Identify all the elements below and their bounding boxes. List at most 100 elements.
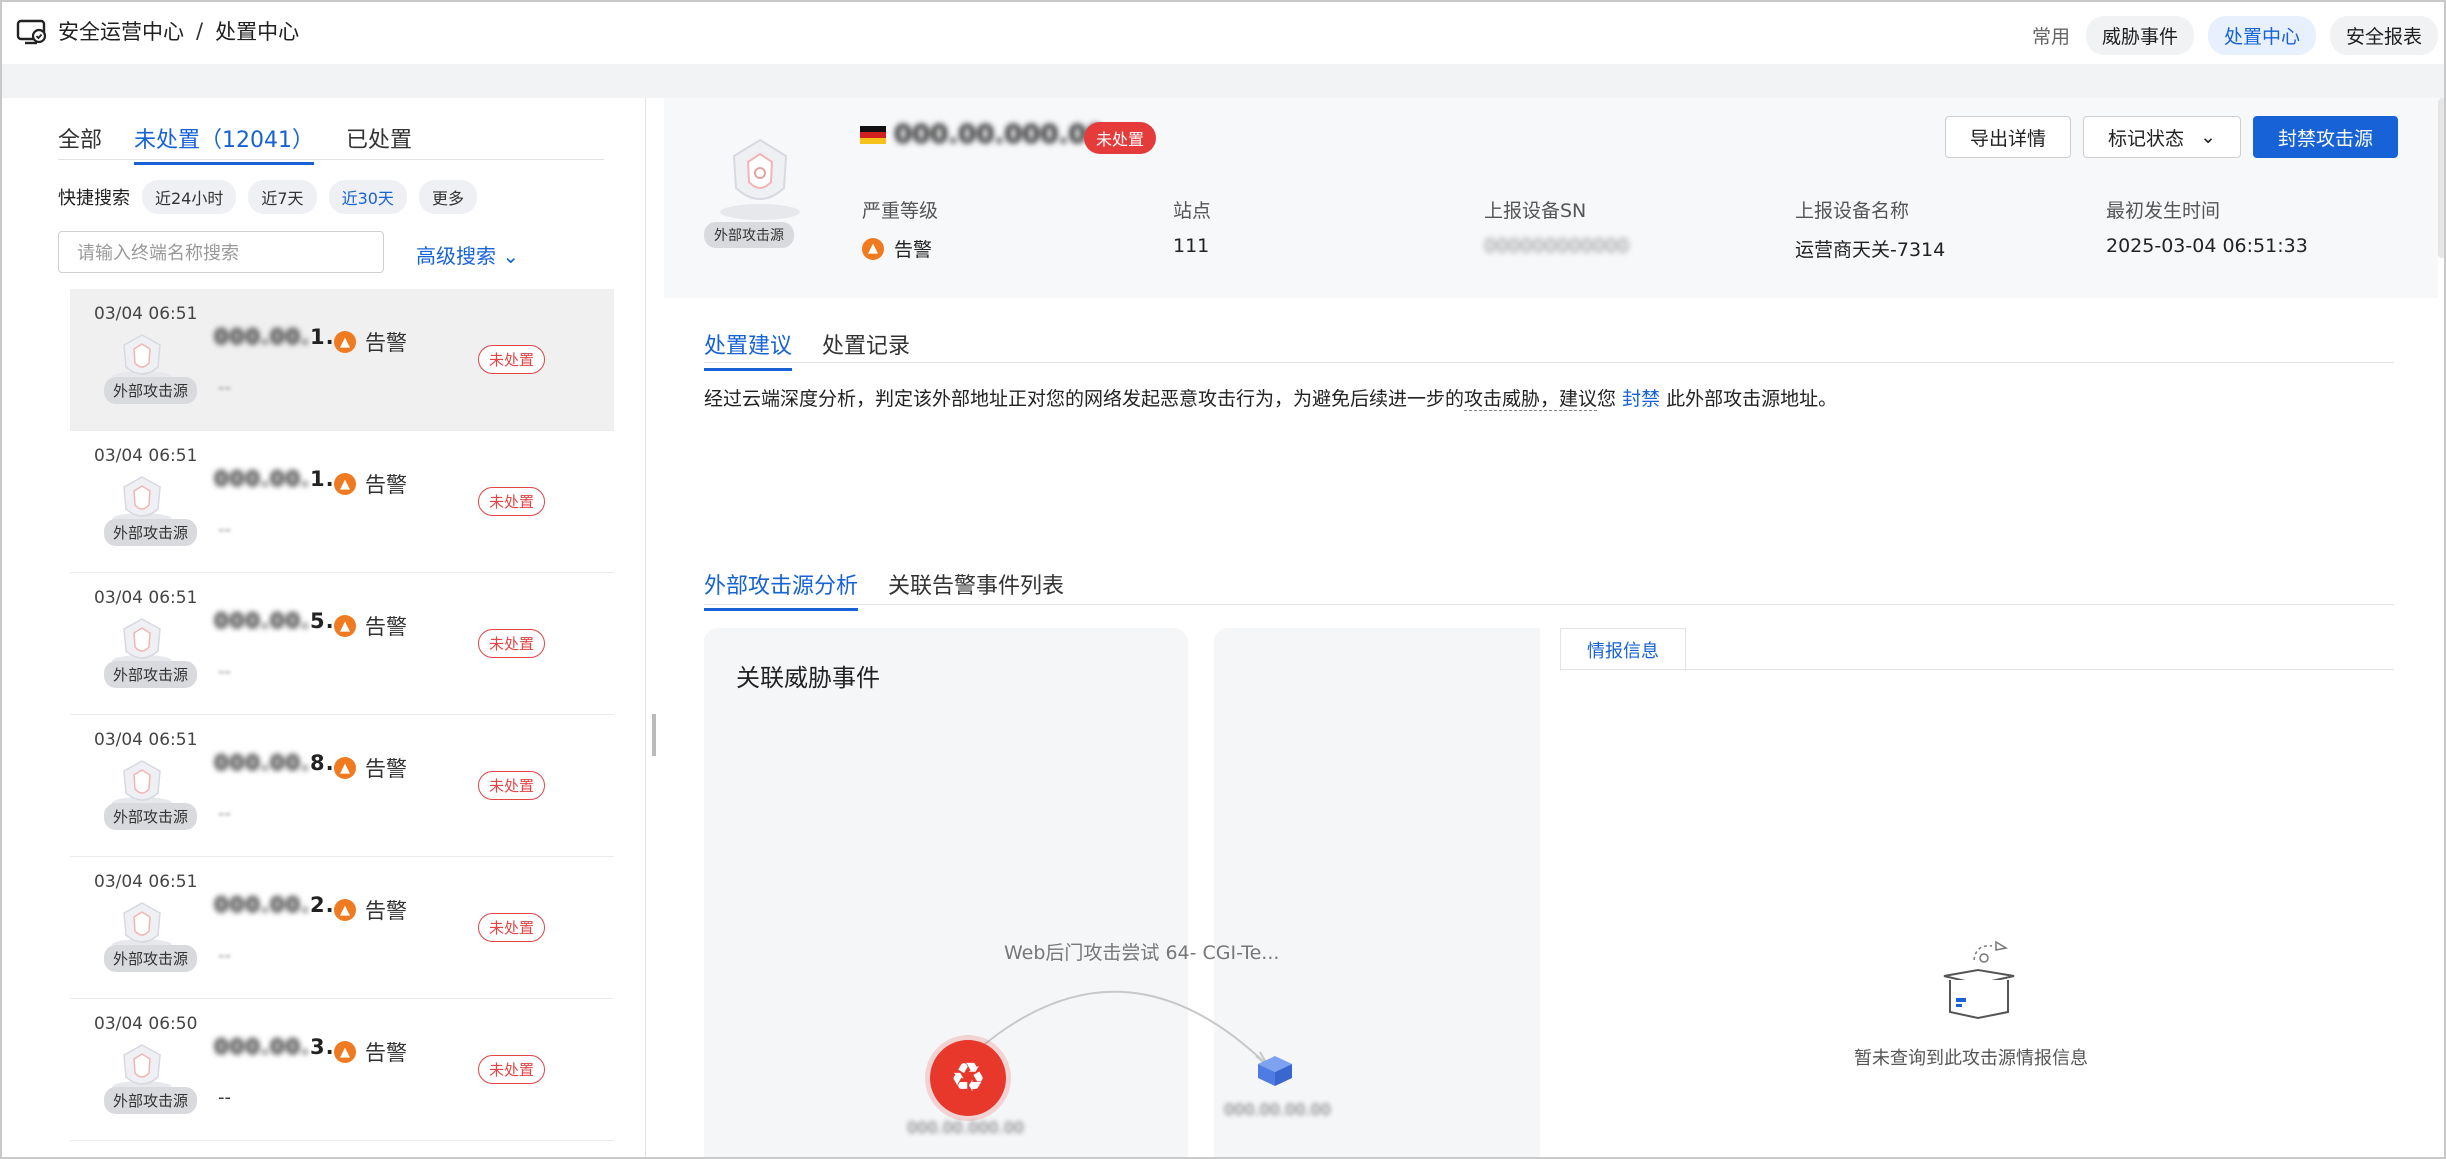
event-list-panel: 全部 未处置（12041） 已处置 快捷搜索 近24小时 近7天 近30天 更多…: [18, 98, 646, 1157]
breadcrumb: 安全运营中心 / 处置中心: [58, 16, 299, 46]
quick-link-threat-events[interactable]: 威胁事件: [2085, 16, 2194, 55]
list-item-time: 03/04 06:50: [94, 1014, 198, 1034]
chevron-down-icon: ⌄: [502, 244, 520, 268]
status-badge: 未处置: [478, 487, 546, 516]
list-item-level: ▲ 告警: [334, 611, 407, 641]
list-item[interactable]: 03/04 06:50 外部攻击源 000.00.3... ▲ 告警 -- 未处置: [70, 999, 614, 1141]
block-source-button[interactable]: 封禁攻击源: [2252, 116, 2398, 158]
meta-value: 运营商天关-7314: [1795, 239, 1946, 261]
list-item-level: ▲ 告警: [334, 327, 407, 357]
vertical-scrollbar[interactable]: [2438, 98, 2444, 258]
avatar-tag: 外部攻击源: [104, 945, 198, 972]
list-item-sub: --: [218, 377, 231, 398]
list-item-level: ▲ 告警: [334, 469, 407, 499]
tab-intel[interactable]: 情报信息: [1560, 628, 1686, 671]
meta-device-name: 上报设备名称 运营商天关-7314: [1795, 196, 2106, 262]
detail-actions: 导出详情 标记状态 ⌄ 封禁攻击源: [1945, 116, 2398, 158]
monitor-shield-icon: [16, 19, 47, 45]
chip-24h[interactable]: 近24小时: [142, 180, 237, 214]
list-item-time: 03/04 06:51: [94, 730, 198, 750]
meta-value: 2025-03-04 06:51:33: [2106, 235, 2308, 257]
list-item-level: ▲ 告警: [334, 1037, 407, 1067]
block-link[interactable]: 封禁: [1622, 388, 1660, 410]
attack-source-avatar: 外部攻击源: [94, 895, 198, 975]
intel-empty-text: 暂未查询到此攻击源情报信息: [1854, 1048, 2088, 1069]
list-item-level-text: 告警: [365, 473, 407, 497]
list-item-ip-visible: 1: [310, 325, 326, 349]
meta-label: 最初发生时间: [2106, 200, 2221, 222]
graph-edge: [979, 990, 1269, 1067]
list-item-ip-visible: 2: [310, 893, 326, 917]
attack-source-node-label: 000.00.000.00: [907, 1118, 1025, 1137]
advice-mid: 您: [1597, 388, 1617, 410]
header-divider-band: [2, 64, 2444, 98]
list-item-sub: --: [218, 945, 231, 966]
list-item-ip: 000.00.5...: [214, 609, 352, 633]
list-item-ip-visible: 8: [310, 751, 326, 775]
quick-search-label: 快捷搜索: [58, 188, 130, 209]
device-node-label: 000.00.00.00: [1224, 1100, 1331, 1119]
avatar-tag: 外部攻击源: [104, 1087, 198, 1114]
list-item-time: 03/04 06:51: [94, 588, 198, 608]
list-item-level-text: 告警: [365, 899, 407, 923]
attack-source-avatar: 外部攻击源: [94, 753, 198, 833]
quick-links-label: 常用: [2031, 26, 2070, 48]
list-item-level-text: 告警: [365, 1041, 407, 1065]
quick-link-security-report[interactable]: 安全报表: [2329, 16, 2438, 55]
fire-icon: ▲: [334, 473, 356, 495]
attack-source-avatar: 外部攻击源: [94, 1037, 198, 1117]
list-item-sub: --: [218, 661, 231, 682]
advanced-search-label: 高级搜索: [416, 244, 496, 268]
tabs-divider: [58, 159, 604, 160]
mark-status-dropdown[interactable]: 标记状态 ⌄: [2083, 116, 2241, 158]
fire-icon: ▲: [334, 331, 356, 353]
advanced-search-button[interactable]: 高级搜索 ⌄: [416, 240, 519, 269]
list-item-ip-visible: 3: [310, 1035, 326, 1059]
device-node-icon[interactable]: [1256, 1054, 1294, 1088]
status-badge: 未处置: [478, 1055, 546, 1084]
list-item[interactable]: 03/04 06:51 外部攻击源 000.00.1... ▲ 告警 -- 未处置: [70, 289, 614, 431]
breadcrumb-current: 处置中心: [215, 20, 300, 44]
list-item[interactable]: 03/04 06:51 外部攻击源 000.00.8... ▲ 告警 -- 未处置: [70, 715, 614, 857]
attack-source-node[interactable]: ♻: [930, 1040, 1006, 1116]
app-window: 安全运营中心 / 处置中心 常用 威胁事件 处置中心 安全报表 全部 未处置（1…: [0, 0, 2446, 1159]
detail-panel: 外部攻击源 000.00.000.00 未处置 导出详情 标记状态 ⌄ 封禁攻击…: [664, 98, 2438, 1157]
fire-icon: ▲: [334, 615, 356, 637]
top-bar: 安全运营中心 / 处置中心 常用 威胁事件 处置中心 安全报表: [2, 2, 2444, 64]
quick-link-disposal-center[interactable]: 处置中心: [2207, 16, 2316, 55]
meta-label: 上报设备名称: [1795, 200, 1910, 222]
status-badge: 未处置: [478, 345, 546, 374]
mark-status-label: 标记状态: [2108, 127, 2185, 150]
list-item-level: ▲ 告警: [334, 753, 407, 783]
attack-source-avatar: 外部攻击源: [94, 469, 198, 549]
list-item-ip: 000.00.2...: [214, 893, 352, 917]
list-item-level-text: 告警: [365, 757, 407, 781]
list-item-ip: 000.00.3...: [214, 1035, 352, 1059]
list-item[interactable]: 03/04 06:51 外部攻击源 000.00.2... ▲ 告警 -- 未处置: [70, 857, 614, 999]
list-item-level-text: 告警: [365, 615, 407, 639]
avatar-tag: 外部攻击源: [104, 377, 198, 404]
list-item[interactable]: 03/04 06:51 外部攻击源 000.00.1... ▲ 告警 -- 未处置: [70, 431, 614, 573]
advice-post: 此外部攻击源地址。: [1666, 388, 1838, 410]
list-item-ip: 000.00.8...: [214, 751, 352, 775]
chip-7d[interactable]: 近7天: [248, 180, 317, 214]
list-item-sub: --: [218, 803, 231, 824]
list-item-time: 03/04 06:51: [94, 872, 198, 892]
terminal-search-input[interactable]: 请输入终端名称搜索: [58, 231, 384, 273]
list-item-ip-visible: 1: [310, 467, 326, 491]
graph-edge-label: Web后门攻击尝试 64- CGI-Te...: [1004, 942, 1280, 964]
status-badge: 未处置: [478, 771, 546, 800]
list-item[interactable]: 03/04 06:51 外部攻击源 000.00.5... ▲ 告警 -- 未处置: [70, 573, 614, 715]
chip-more[interactable]: 更多: [418, 180, 477, 214]
avatar-tag: 外部攻击源: [104, 803, 198, 830]
empty-box-icon: [1943, 940, 2015, 1020]
attack-source-avatar: 外部攻击源: [94, 611, 198, 691]
export-details-button[interactable]: 导出详情: [1945, 116, 2072, 158]
breadcrumb-app[interactable]: 安全运营中心: [58, 16, 184, 46]
chip-30d[interactable]: 近30天: [328, 180, 407, 214]
list-item-sub: --: [218, 519, 231, 540]
panel-resize-handle[interactable]: [652, 714, 656, 756]
intel-divider: [1560, 669, 2394, 670]
list-item-ip-visible: 5: [310, 609, 326, 633]
attack-source-avatar: 外部攻击源: [94, 327, 198, 407]
